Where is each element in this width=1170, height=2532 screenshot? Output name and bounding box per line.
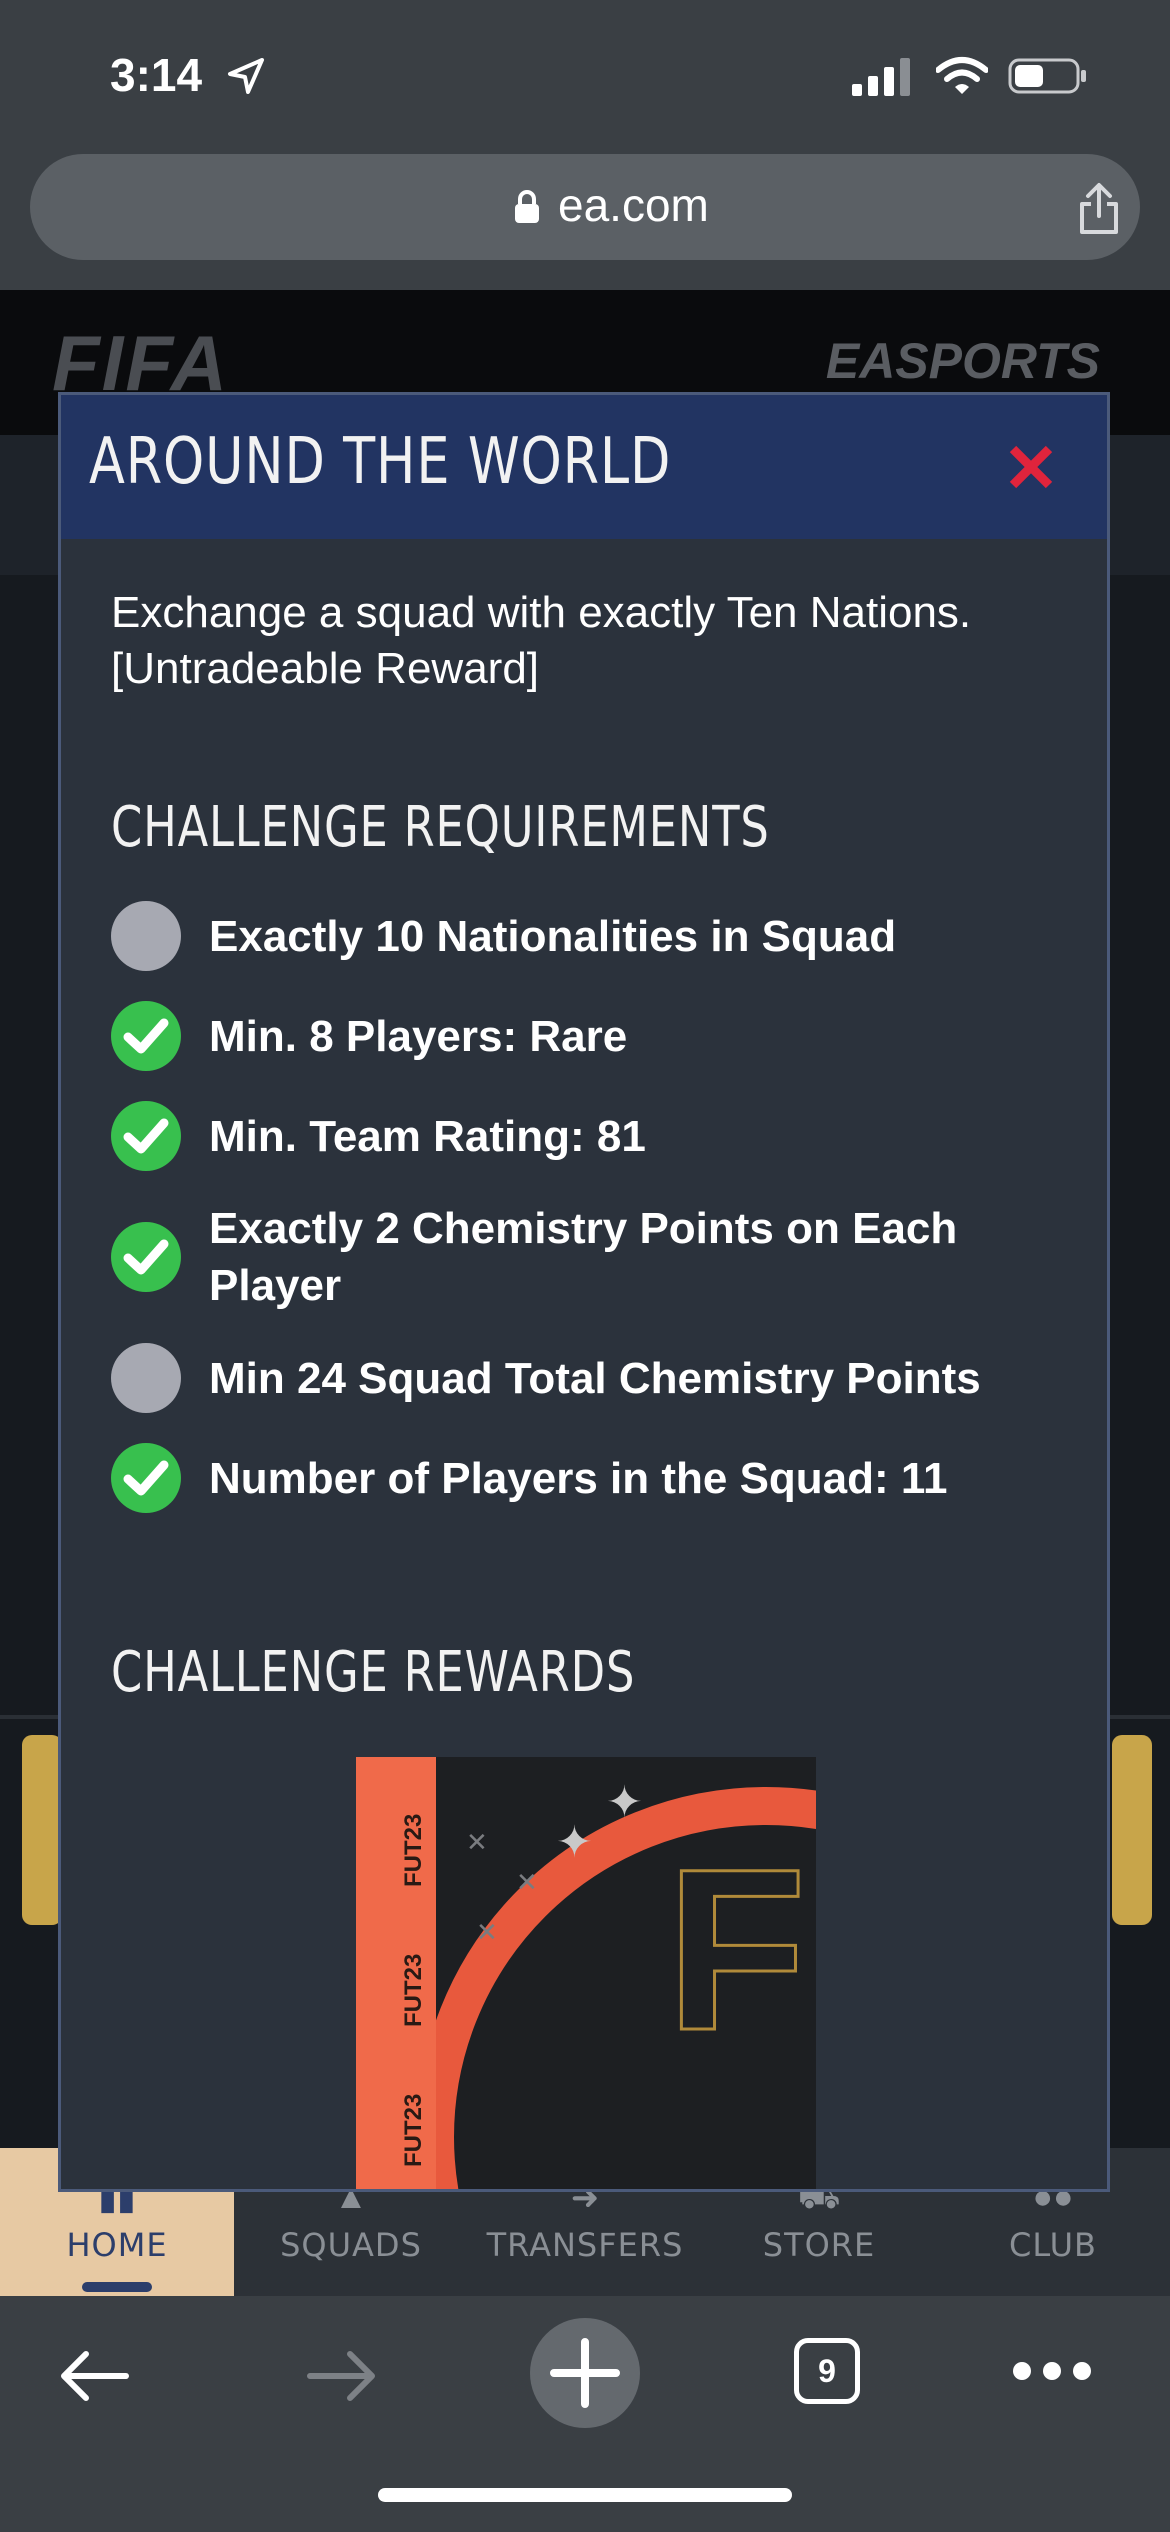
sparkle-icon: ✕ [476, 1917, 498, 1947]
status-bar: 3:14 [0, 0, 1170, 150]
tab-label: CLUB [1009, 2226, 1097, 2264]
sparkle-icon: ✕ [516, 1867, 538, 1897]
location-arrow-icon [228, 58, 264, 94]
player-card [22, 1735, 62, 1925]
rewards-title: CHALLENGE REWARDS [111, 1640, 636, 1705]
modal-title: AROUND THE WORLD [89, 425, 672, 499]
requirement-text: Min. Team Rating: 81 [209, 1111, 646, 1161]
requirement-item: Min. 8 Players: Rare [111, 1000, 1071, 1072]
requirement-text: Number of Players in the Squad: 11 [209, 1453, 948, 1503]
pack-label: FUT23 [400, 1813, 427, 1887]
challenge-modal: AROUND THE WORLD Exchange a squad with e… [58, 392, 1110, 2192]
share-icon[interactable] [1076, 182, 1122, 236]
tab-label: STORE [762, 2226, 876, 2264]
requirement-item: Number of Players in the Squad: 11 [111, 1442, 1071, 1514]
requirement-text: Min 24 Squad Total Chemistry Points [209, 1353, 981, 1403]
sparkle-icon: ✕ [466, 1827, 488, 1857]
back-arrow-icon[interactable] [56, 2336, 136, 2416]
tab-label: SQUADS [280, 2226, 422, 2264]
new-tab-button[interactable] [530, 2318, 640, 2428]
reward-pack-image[interactable]: FU FUT23 FUT23 FUT23 ✕ ✕ ✕ ✦ ✦ [356, 1757, 816, 2189]
plus-icon [550, 2338, 620, 2408]
requirement-item: Min. Team Rating: 81 [111, 1100, 1071, 1172]
reward-pack-band: FUT23 FUT23 FUT23 [356, 1757, 436, 2189]
lock-icon [515, 190, 539, 223]
more-icon[interactable] [1010, 2356, 1094, 2386]
address-bar[interactable]: ea.com [30, 154, 1140, 260]
star-icon: ✦ [606, 1778, 643, 1827]
star-icon: ✦ [556, 1818, 593, 1867]
close-icon[interactable] [1003, 439, 1059, 495]
requirement-item: Exactly 10 Nationalities in Squad [111, 900, 1071, 972]
battery-icon [1008, 58, 1086, 94]
wifi-icon [936, 57, 988, 94]
tabs-button[interactable]: 9 [794, 2338, 860, 2404]
active-tab-indicator [82, 2282, 152, 2292]
check-icon [111, 1222, 181, 1292]
requirements-title: CHALLENGE REQUIREMENTS [111, 795, 770, 860]
check-icon [111, 1101, 181, 1171]
status-time: 3:14 [110, 49, 203, 101]
tab-label: TRANSFERS [486, 2226, 684, 2264]
requirement-text: Exactly 10 Nationalities in Squad [209, 911, 897, 961]
pending-circle-icon [111, 901, 181, 971]
ea-sports-logo: EASPORTS [825, 333, 1100, 389]
pack-label: FUT23 [400, 1953, 427, 2027]
home-indicator[interactable] [378, 2488, 792, 2502]
requirements-list: Exactly 10 Nationalities in Squad Min. 8… [111, 900, 1071, 1542]
pack-label: FUT23 [400, 2093, 427, 2167]
forward-arrow-icon[interactable] [300, 2336, 380, 2416]
url-text: ea.com [558, 179, 709, 231]
requirement-text: Min. 8 Players: Rare [209, 1011, 628, 1061]
cellular-signal-icon [852, 58, 910, 96]
player-card [1112, 1735, 1152, 1925]
pending-circle-icon [111, 1343, 181, 1413]
browser-address-area: ea.com [0, 150, 1170, 290]
check-icon [111, 1443, 181, 1513]
requirement-item: Exactly 2 Chemistry Points on Each Playe… [111, 1200, 1071, 1314]
modal-header: AROUND THE WORLD [61, 395, 1107, 539]
requirement-text: Exactly 2 Chemistry Points on Each Playe… [209, 1204, 958, 1310]
challenge-description: Exchange a squad with exactly Ten Nation… [111, 588, 972, 693]
check-icon [111, 1001, 181, 1071]
tab-label: HOME [66, 2226, 168, 2264]
reward-pack-art: FU [665, 1820, 816, 2080]
requirement-item: Min 24 Squad Total Chemistry Points [111, 1342, 1071, 1414]
